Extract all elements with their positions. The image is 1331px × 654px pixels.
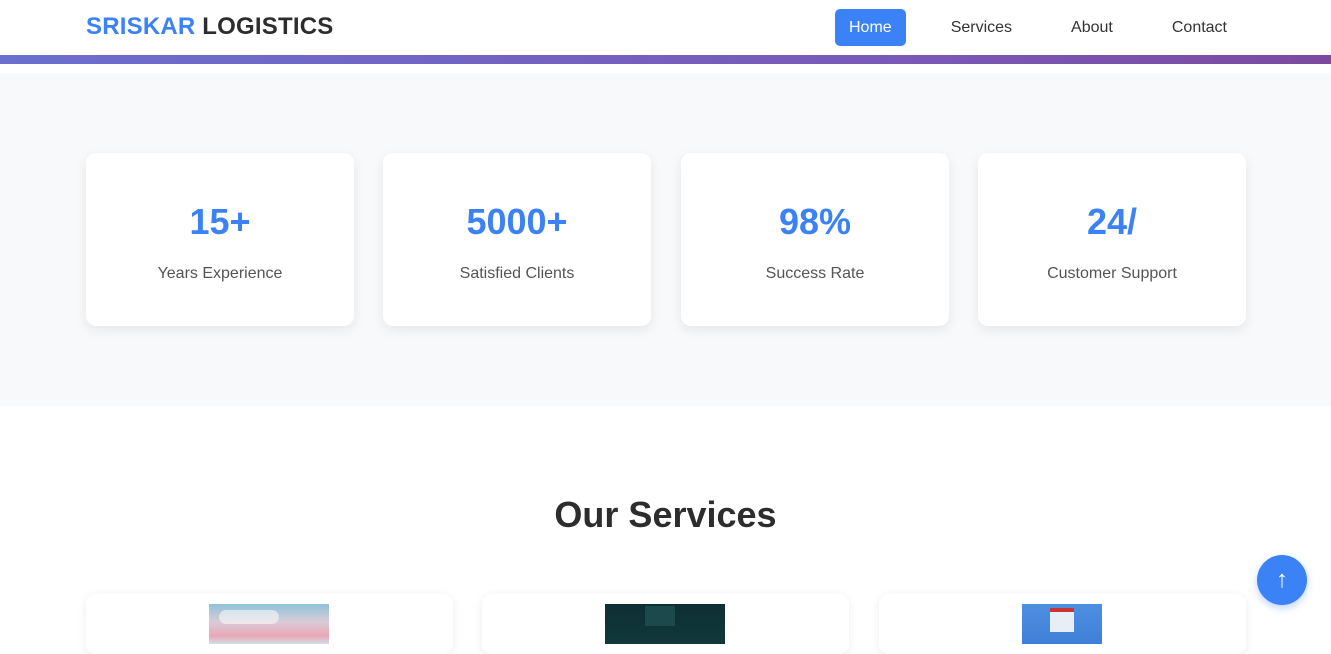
stat-label: Success Rate <box>765 265 865 282</box>
site-logo[interactable]: SRISKAR LOGISTICS <box>86 13 333 41</box>
back-to-top-button[interactable]: ↑ <box>1257 555 1307 605</box>
stat-label: Satisfied Clients <box>459 265 575 282</box>
site-header: SRISKAR LOGISTICS Home Services About Co… <box>0 0 1331 64</box>
nav-home-link[interactable]: Home <box>835 9 906 46</box>
service-card-2[interactable] <box>482 594 849 654</box>
service-image <box>1022 604 1102 644</box>
service-card-3[interactable] <box>879 594 1246 654</box>
stat-value: 24/ <box>1086 201 1138 242</box>
stat-card-success-rate: 98% Success Rate <box>681 153 949 326</box>
main-nav: Home Services About Contact <box>835 9 1241 46</box>
stats-section: 15+ Years Experience 5000+ Satisfied Cli… <box>0 73 1331 406</box>
stat-card-support: 24/ Customer Support <box>978 153 1246 326</box>
stat-card-clients: 5000+ Satisfied Clients <box>383 153 651 326</box>
logo-brand-text: SRISKAR <box>86 13 196 40</box>
service-image <box>605 604 725 644</box>
stat-card-experience: 15+ Years Experience <box>86 153 354 326</box>
logo-rest-text: LOGISTICS <box>202 13 334 40</box>
nav-services-link[interactable]: Services <box>937 9 1026 46</box>
stat-value: 98% <box>778 201 852 242</box>
nav-about-link[interactable]: About <box>1057 9 1127 46</box>
nav-contact-link[interactable]: Contact <box>1158 9 1241 46</box>
service-image <box>209 604 329 644</box>
stat-label: Customer Support <box>1047 265 1177 282</box>
services-heading: Our Services <box>554 494 777 535</box>
stat-label: Years Experience <box>157 265 283 282</box>
service-card-1[interactable] <box>86 594 453 654</box>
up-arrow-icon: ↑ <box>1276 566 1288 593</box>
stat-value: 5000+ <box>466 201 568 242</box>
stat-value: 15+ <box>189 201 251 242</box>
